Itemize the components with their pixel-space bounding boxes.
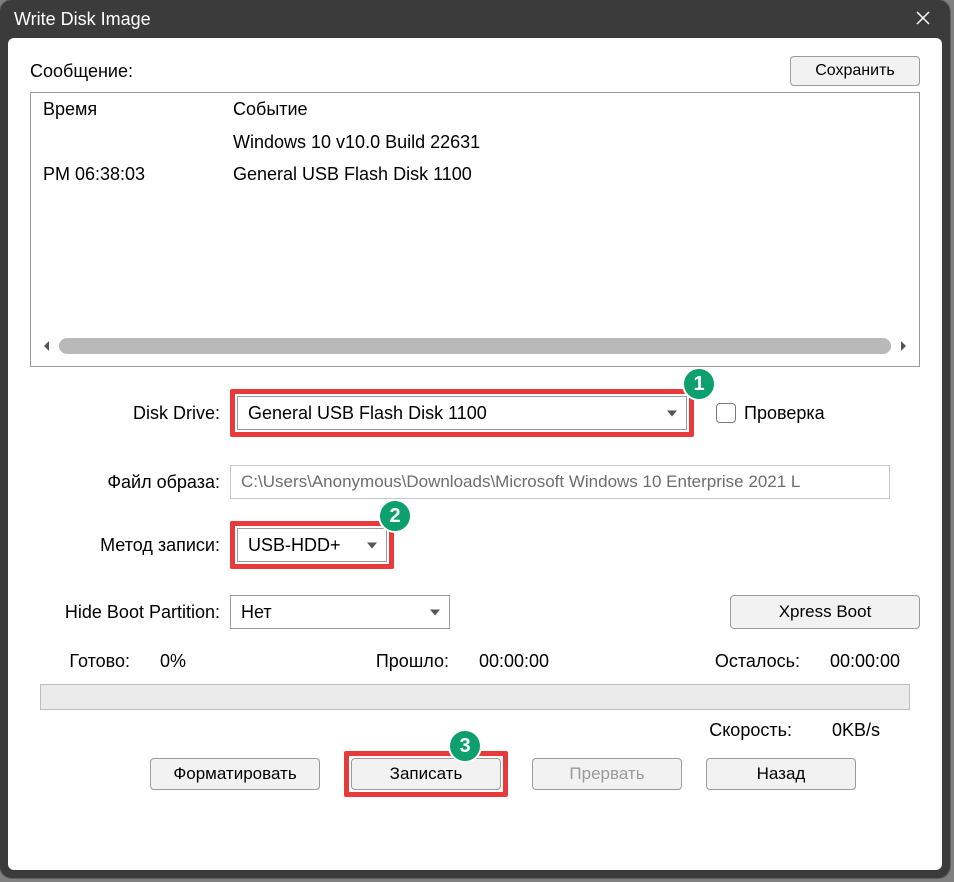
image-file-label: Файл образа: bbox=[30, 472, 230, 493]
speed-label: Скорость: bbox=[709, 720, 792, 741]
ready-label: Готово: bbox=[40, 651, 150, 672]
write-method-label: Метод записи: bbox=[30, 535, 230, 556]
elapsed-value: 00:00:00 bbox=[459, 651, 559, 672]
chevron-down-icon bbox=[429, 602, 441, 623]
badge-3: 3 bbox=[448, 729, 482, 763]
disk-drive-value: General USB Flash Disk 1100 bbox=[248, 403, 487, 424]
check-checkbox[interactable] bbox=[716, 403, 736, 423]
hide-boot-select[interactable]: Нет bbox=[230, 595, 450, 629]
log-body: Windows 10 v10.0 Build 22631 PM 06:38:03… bbox=[31, 126, 919, 336]
highlight-1: General USB Flash Disk 1100 bbox=[230, 389, 694, 437]
log-time: PM 06:38:03 bbox=[43, 158, 233, 190]
format-button[interactable]: Форматировать bbox=[150, 758, 320, 790]
log-header: Время Событие bbox=[31, 93, 919, 126]
close-button[interactable] bbox=[900, 0, 946, 38]
speed-value: 0KB/s bbox=[832, 720, 880, 741]
scroll-left-icon[interactable] bbox=[39, 338, 55, 354]
button-row: Форматировать Записать 3 Прервать Назад bbox=[30, 751, 920, 797]
hide-boot-value: Нет bbox=[241, 602, 272, 623]
disk-drive-select[interactable]: General USB Flash Disk 1100 bbox=[237, 396, 687, 430]
scroll-right-icon[interactable] bbox=[895, 338, 911, 354]
log-row: PM 06:38:03 General USB Flash Disk 1100 bbox=[43, 158, 907, 190]
log-time bbox=[43, 126, 233, 158]
ready-value: 0% bbox=[160, 651, 220, 672]
write-method-value: USB-HDD+ bbox=[248, 535, 341, 556]
scrollbar-track[interactable] bbox=[59, 338, 891, 354]
window-title: Write Disk Image bbox=[14, 9, 151, 30]
log-row: Windows 10 v10.0 Build 22631 bbox=[43, 126, 907, 158]
write-button[interactable]: Записать bbox=[351, 758, 501, 790]
log-event: Windows 10 v10.0 Build 22631 bbox=[233, 126, 907, 158]
image-file-field: C:\Users\Anonymous\Downloads\Microsoft W… bbox=[230, 465, 890, 499]
chevron-down-icon bbox=[366, 535, 378, 556]
horizontal-scrollbar[interactable] bbox=[39, 336, 911, 356]
close-icon bbox=[916, 9, 930, 30]
save-button[interactable]: Сохранить bbox=[790, 56, 920, 86]
log-col-time: Время bbox=[43, 99, 233, 120]
write-method-row: Метод записи: USB-HDD+ 2 bbox=[30, 521, 920, 569]
message-label: Сообщение: bbox=[30, 61, 133, 82]
back-button[interactable]: Назад bbox=[706, 758, 856, 790]
elapsed-label: Прошло: bbox=[376, 651, 449, 672]
highlight-2: USB-HDD+ bbox=[230, 521, 394, 569]
log-event: General USB Flash Disk 1100 bbox=[233, 158, 907, 190]
disk-drive-row: Disk Drive: General USB Flash Disk 1100 … bbox=[30, 389, 920, 437]
remain-value: 00:00:00 bbox=[810, 651, 910, 672]
chevron-down-icon bbox=[666, 403, 678, 424]
image-file-row: Файл образа: C:\Users\Anonymous\Download… bbox=[30, 465, 920, 499]
log-col-event: Событие bbox=[233, 99, 907, 120]
xpress-boot-button[interactable]: Xpress Boot bbox=[730, 595, 920, 629]
check-label: Проверка bbox=[744, 403, 825, 424]
disk-drive-label: Disk Drive: bbox=[30, 403, 230, 424]
client-area: Сообщение: Сохранить Время Событие Windo… bbox=[8, 38, 942, 870]
abort-button[interactable]: Прервать bbox=[532, 758, 682, 790]
remain-label: Осталось: bbox=[715, 651, 800, 672]
highlight-3: Записать bbox=[344, 751, 508, 797]
window: Write Disk Image Сообщение: Сохранить Вр… bbox=[0, 0, 950, 878]
badge-1: 1 bbox=[682, 367, 716, 401]
badge-2: 2 bbox=[378, 499, 412, 533]
hide-boot-row: Hide Boot Partition: Нет Xpress Boot bbox=[30, 595, 920, 629]
check-option[interactable]: Проверка bbox=[716, 403, 825, 424]
status-row: Готово: 0% Прошло: 00:00:00 Осталось: 00… bbox=[30, 651, 920, 672]
hide-boot-label: Hide Boot Partition: bbox=[30, 602, 230, 623]
write-method-select[interactable]: USB-HDD+ bbox=[237, 528, 387, 562]
log-box: Время Событие Windows 10 v10.0 Build 226… bbox=[30, 92, 920, 367]
progress-bar bbox=[40, 684, 910, 710]
titlebar: Write Disk Image bbox=[0, 0, 950, 38]
